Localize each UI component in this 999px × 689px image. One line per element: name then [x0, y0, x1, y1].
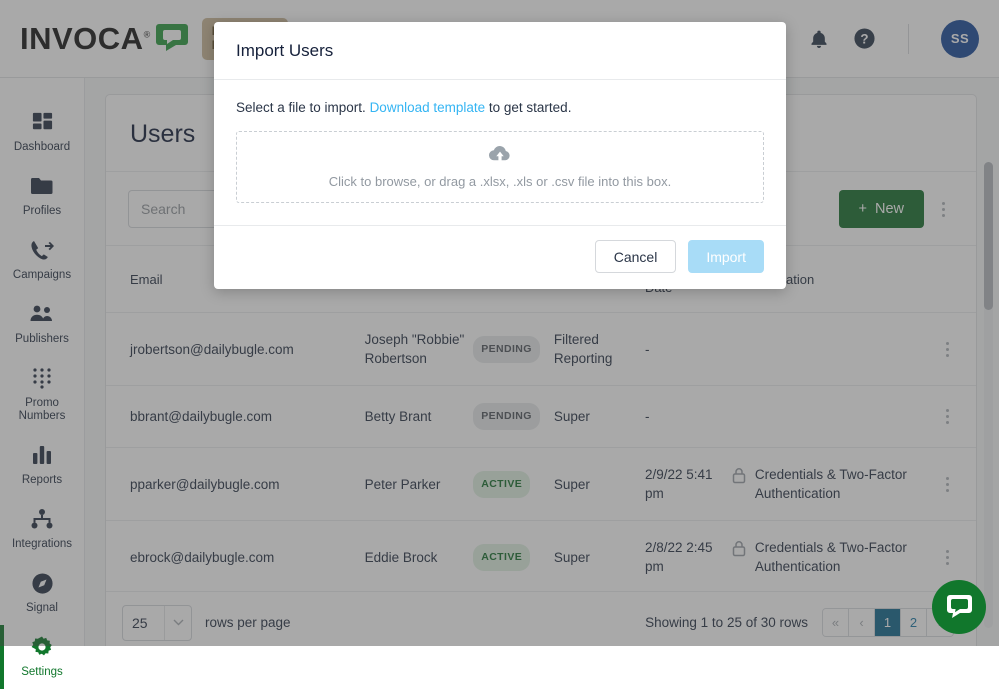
import-users-modal: Import Users Select a file to import. Do… — [214, 22, 786, 289]
chat-bubble-icon[interactable] — [932, 580, 986, 634]
file-dropzone[interactable]: Click to browse, or drag a .xlsx, .xls o… — [236, 131, 764, 203]
dropzone-text: Click to browse, or drag a .xlsx, .xls o… — [329, 174, 671, 189]
modal-footer: Cancel Import — [214, 225, 786, 289]
cancel-button[interactable]: Cancel — [595, 240, 677, 273]
modal-description: Select a file to import. Download templa… — [236, 100, 764, 115]
modal-desc-after: to get started. — [485, 100, 571, 115]
import-button[interactable]: Import — [688, 240, 764, 273]
modal-body: Select a file to import. Download templa… — [214, 80, 786, 225]
modal-header: Import Users — [214, 22, 786, 80]
download-template-link[interactable]: Download template — [370, 100, 486, 115]
modal-desc-before: Select a file to import. — [236, 100, 370, 115]
sidebar-item-label: Settings — [21, 666, 63, 679]
modal-title: Import Users — [236, 41, 764, 61]
cloud-upload-icon — [489, 145, 511, 166]
